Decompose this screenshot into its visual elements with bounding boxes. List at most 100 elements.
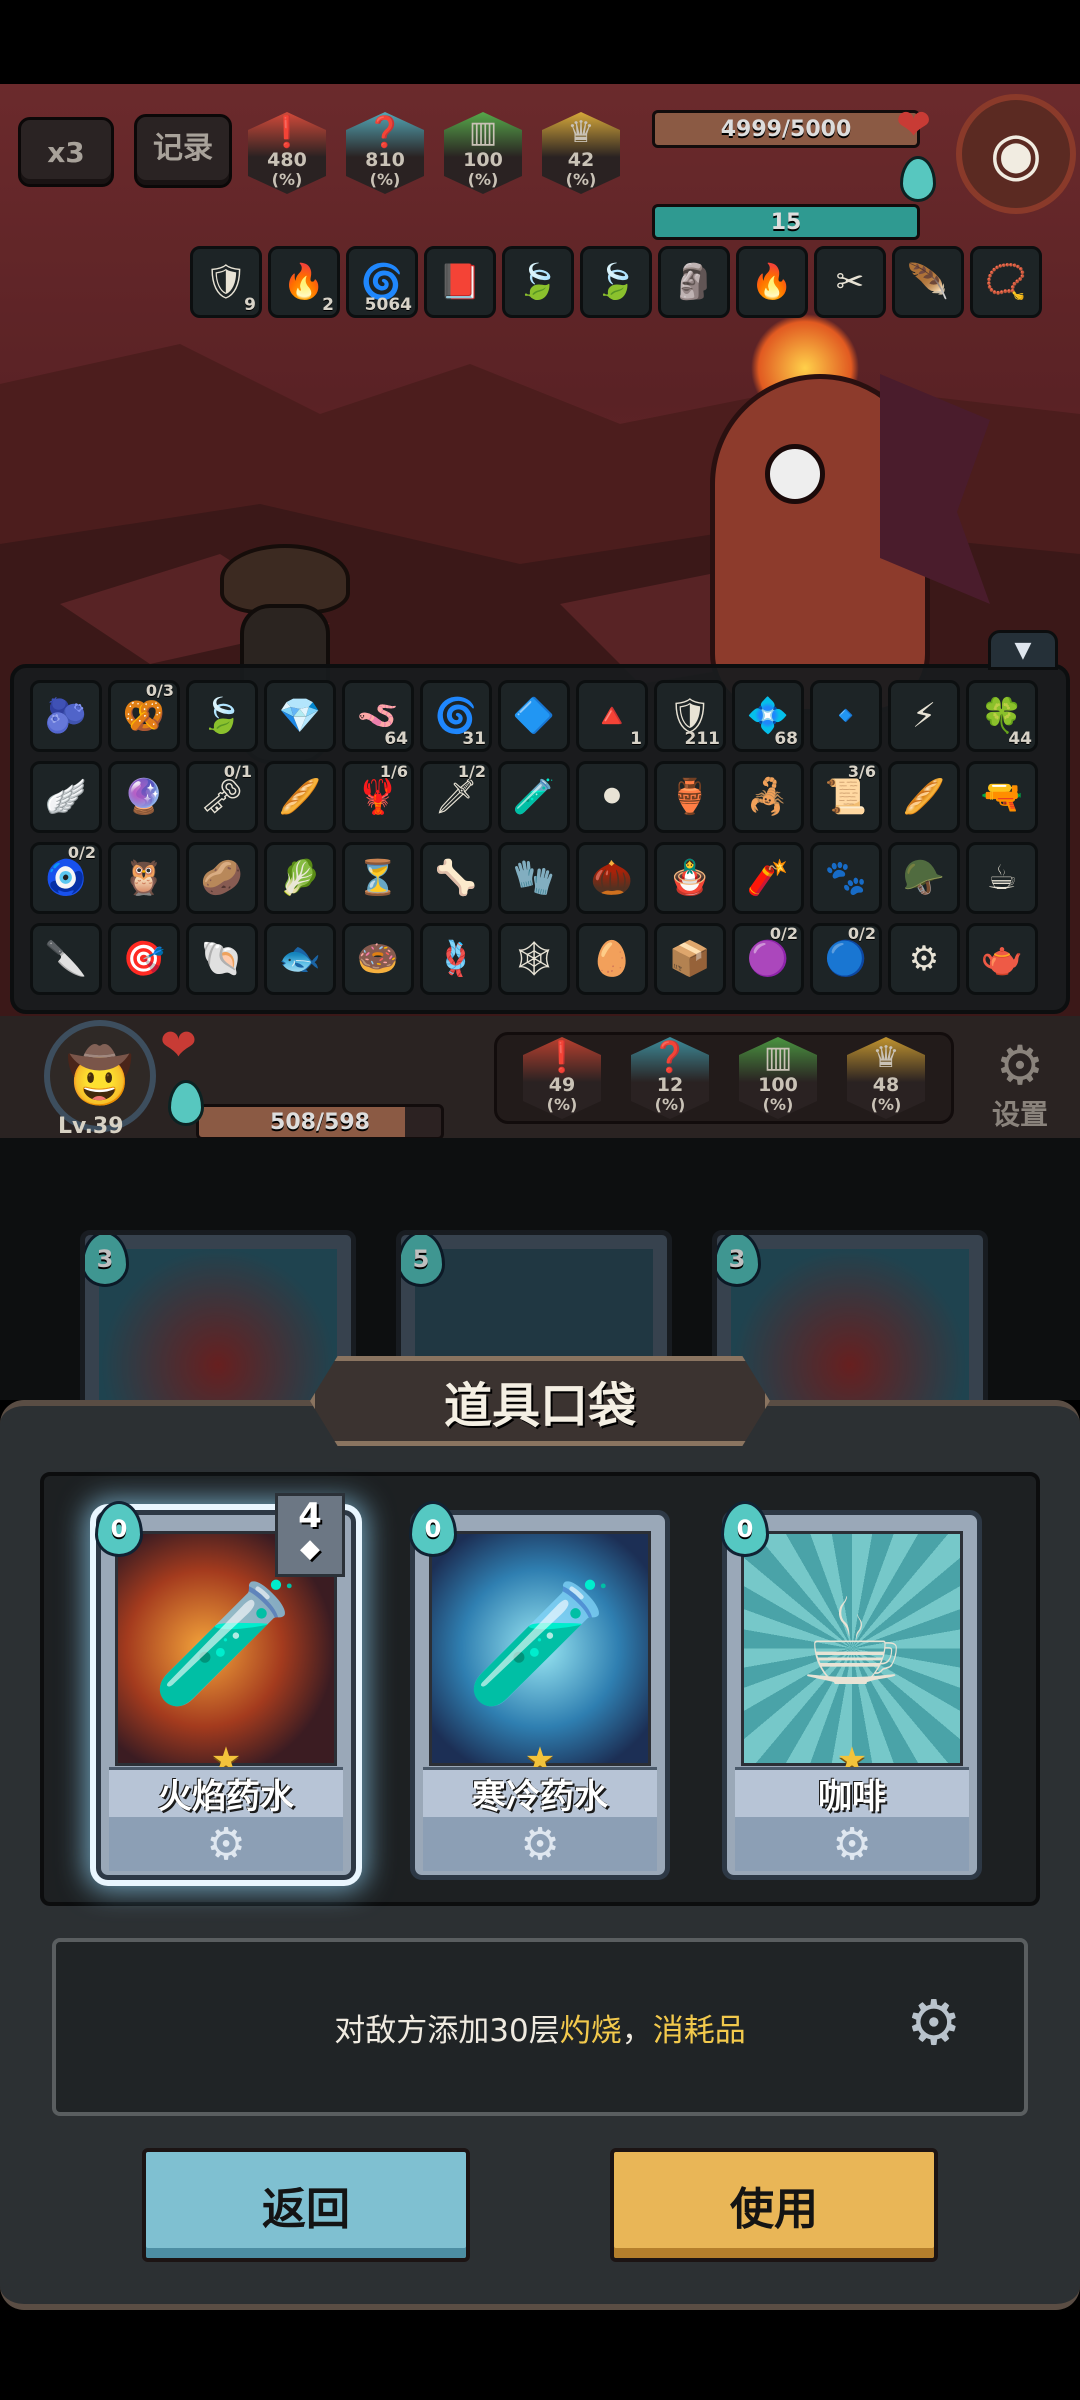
defense-icon: ▥ xyxy=(763,1040,793,1075)
inventory-slot[interactable]: 🪖 xyxy=(888,842,960,914)
inventory-slot[interactable]: 🔺 1 xyxy=(576,680,648,752)
item-progress: 1/2 xyxy=(457,762,486,781)
inventory-slot[interactable]: 🏺 xyxy=(654,761,726,833)
use-button[interactable]: 使用 xyxy=(610,2148,938,2262)
stack-icon: ◆ xyxy=(300,1534,320,1564)
beads-icon: 📿 xyxy=(984,262,1028,302)
enemy-buff-slot[interactable]: 📿 xyxy=(970,246,1042,318)
pocket-card-frost-potion[interactable]: 🧪 ★ 寒冷药水 ⚙ 0 xyxy=(409,1501,670,1880)
inventory-slot[interactable]: 🦂 xyxy=(732,761,804,833)
stat-value: 100 xyxy=(463,149,503,171)
inventory-slot[interactable]: 🥖 xyxy=(888,761,960,833)
inventory-slot[interactable]: 🦉 xyxy=(108,842,180,914)
inventory-slot[interactable]: 🟣 0/2 xyxy=(732,923,804,995)
attack-icon: ❗ xyxy=(268,115,306,150)
settings-button[interactable]: ⚙ 设置 xyxy=(970,1036,1070,1136)
desc-keyword-consumable[interactable]: 消耗品 xyxy=(653,2005,746,2050)
card-art: ☕ xyxy=(741,1531,963,1766)
record-button[interactable]: 记录 xyxy=(134,114,232,188)
inventory-slot[interactable]: 🔫 xyxy=(966,761,1038,833)
pocket-card-coffee[interactable]: ☕ ★ 咖啡 ⚙ 0 xyxy=(721,1501,982,1880)
inventory-slot[interactable]: 🥨 0/3 xyxy=(108,680,180,752)
enemy-buff-slot[interactable]: 📕 xyxy=(424,246,496,318)
enemy-portrait[interactable]: ◉ xyxy=(956,94,1076,214)
pocket-card-fire-potion[interactable]: 🧪 ★ 火焰药水 ⚙ 0 4 ◆ xyxy=(95,1493,356,1880)
inventory-slot[interactable]: 🦴 xyxy=(420,842,492,914)
card-gear-icon: ⚙ xyxy=(735,1817,969,1871)
inventory-slot[interactable]: ⚫ xyxy=(576,761,648,833)
desc-prefix: 对敌方添加30层 xyxy=(334,2012,560,2049)
inventory-row: 🫐 🥨 0/3 🍃 💎 🪱 64 🌀 31 🔷 🔺 1 🛡 211 💠 68 🔹 ⚡ 🍀 44 xyxy=(30,680,1052,752)
inventory-slot[interactable]: 🗡 1/2 xyxy=(420,761,492,833)
inventory-slot[interactable]: 💠 68 xyxy=(732,680,804,752)
enemy-buff-slot[interactable]: 🍃 xyxy=(580,246,652,318)
inventory-slot[interactable]: 🧿 0/2 xyxy=(30,842,102,914)
enemy-buff-slot[interactable]: ✂ xyxy=(814,246,886,318)
inventory-slot[interactable]: 📦 xyxy=(654,923,726,995)
inventory-slot[interactable]: 🧨 xyxy=(732,842,804,914)
inventory-slot[interactable]: 🫖 xyxy=(966,923,1038,995)
inventory-slot[interactable]: 🦞 1/6 xyxy=(342,761,414,833)
inventory-slot[interactable]: 🍩 xyxy=(342,923,414,995)
inventory-slot[interactable]: 💎 xyxy=(264,680,336,752)
inventory-slot[interactable]: 🪱 64 xyxy=(342,680,414,752)
inventory-slot[interactable]: 🧪 xyxy=(498,761,570,833)
inventory-slot[interactable]: 🔵 0/2 xyxy=(810,923,882,995)
inventory-slot[interactable]: 🌰 xyxy=(576,842,648,914)
inventory-slot[interactable]: ⏳ xyxy=(342,842,414,914)
stack-badge: 4 ◆ xyxy=(275,1493,345,1577)
inventory-slot[interactable]: 🪢 xyxy=(420,923,492,995)
inventory-slot[interactable]: 🥖 xyxy=(264,761,336,833)
inventory-slot[interactable]: 🥬 xyxy=(264,842,336,914)
inventory-slot[interactable]: 🐾 xyxy=(810,842,882,914)
card-name: 寒冷药水 xyxy=(423,1767,657,1817)
collapse-arrow-icon[interactable]: ▼ xyxy=(988,630,1058,670)
inventory-slot[interactable]: 🕸 xyxy=(498,923,570,995)
enemy-buff-slot[interactable]: 🗿 xyxy=(658,246,730,318)
inventory-slot[interactable]: 🍃 xyxy=(186,680,258,752)
inventory-slot[interactable]: 🎯 xyxy=(108,923,180,995)
enemy-buff-slot[interactable]: 🍃 xyxy=(502,246,574,318)
desc-keyword-burn[interactable]: 灼烧 xyxy=(560,2005,622,2050)
inventory-slot[interactable]: 📜 3/6 xyxy=(810,761,882,833)
inventory-slot[interactable]: 🪆 xyxy=(654,842,726,914)
item-icon: 🧿 xyxy=(44,858,88,898)
inventory-slot[interactable]: ⚡ xyxy=(888,680,960,752)
inventory-slot[interactable]: 🍀 44 xyxy=(966,680,1038,752)
enemy-buff-slot[interactable]: 🛡 9 xyxy=(190,246,262,318)
shield-icon: 🛡 xyxy=(204,262,248,302)
inventory-slot[interactable]: 🥔 xyxy=(186,842,258,914)
inventory-slot[interactable]: 🔹 xyxy=(810,680,882,752)
item-icon: 🧤 xyxy=(512,858,556,898)
item-icon: 🔷 xyxy=(512,696,556,736)
stat-unit: (%) xyxy=(546,1095,578,1114)
inventory-slot[interactable]: 🥚 xyxy=(576,923,648,995)
item-count: 211 xyxy=(684,729,721,749)
inventory-slot[interactable]: 🐟 xyxy=(264,923,336,995)
speed-button[interactable]: x3 xyxy=(18,117,114,187)
inventory-slot[interactable]: 🔪 xyxy=(30,923,102,995)
inventory-slot[interactable]: 🛡 211 xyxy=(654,680,726,752)
enemy-buff-slot[interactable]: 🪶 xyxy=(892,246,964,318)
inventory-slot[interactable]: ☕ xyxy=(966,842,1038,914)
inventory-slot[interactable]: 🌀 31 xyxy=(420,680,492,752)
item-icon: 🔪 xyxy=(44,939,88,979)
inventory-slot[interactable]: ⚙ xyxy=(888,923,960,995)
inventory-slot[interactable]: 🫐 xyxy=(30,680,102,752)
feather-icon: 🪶 xyxy=(906,262,950,302)
enemy-buff-slot[interactable]: 🔥 2 xyxy=(268,246,340,318)
inventory-slot[interactable]: 🐚 xyxy=(186,923,258,995)
item-icon: 🔮 xyxy=(122,777,166,817)
inventory-slot[interactable]: 🔮 xyxy=(108,761,180,833)
inventory-slot[interactable]: 🗝 0/1 xyxy=(186,761,258,833)
player-hp-bar: 508/598 xyxy=(196,1104,444,1140)
enemy-buff-slot[interactable]: 🔥 xyxy=(736,246,808,318)
inventory-slot[interactable]: 🪽 xyxy=(30,761,102,833)
buff-count: 9 xyxy=(244,295,256,315)
inventory-slot[interactable]: 🧤 xyxy=(498,842,570,914)
enemy-buff-slot[interactable]: 🌀 5064 xyxy=(346,246,418,318)
inventory-slot[interactable]: 🔷 xyxy=(498,680,570,752)
back-button[interactable]: 返回 xyxy=(142,2148,470,2262)
item-progress: 0/2 xyxy=(769,924,798,943)
gear-icon: ⚙ xyxy=(995,1034,1045,1097)
